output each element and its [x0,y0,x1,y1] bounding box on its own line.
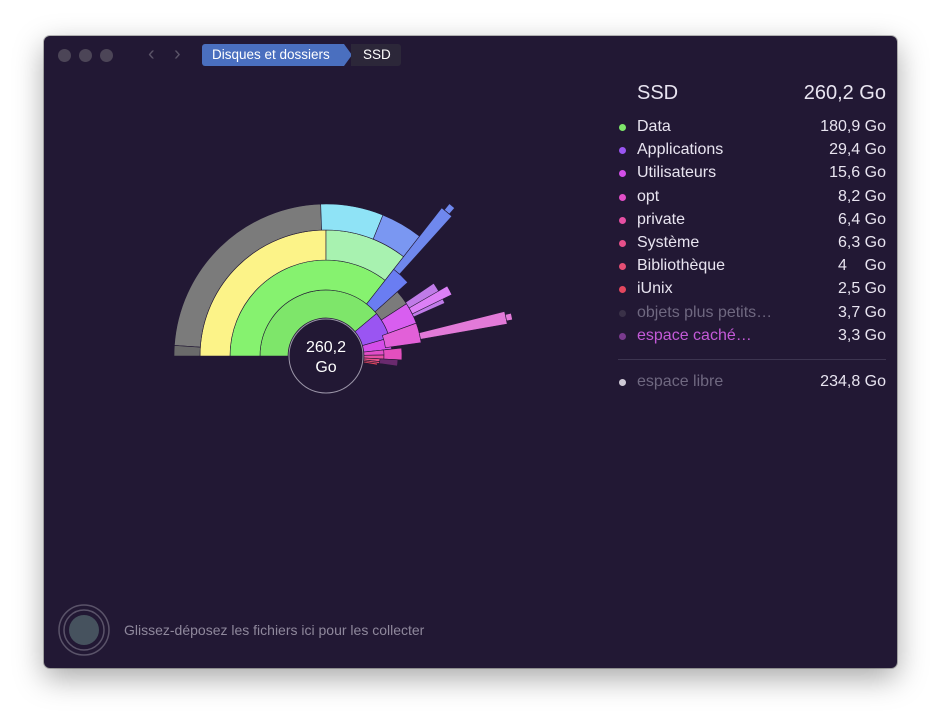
legend-dot-icon [619,170,626,178]
center-disk-button[interactable] [288,318,364,394]
legend-value: 234,8 Go [820,372,886,390]
sunburst-segment[interactable] [379,358,399,367]
legend-label: espace caché… [637,326,752,344]
legend-dot-icon [619,263,626,271]
legend-label: espace libre [637,372,724,390]
legend-value: 6,4 Go [837,210,886,228]
center-size-value: 260,2 [306,339,346,356]
legend-dot-icon [619,216,626,224]
dropzone-hint: Glissez-déposez les fichiers ici pour le… [124,622,425,638]
legend-row[interactable]: objets plus petits… 3,7 Go [618,302,886,325]
legend-row[interactable]: Système 6,3 Go [618,232,886,255]
legend-dot-icon [619,147,626,155]
legend-dot-icon [619,124,626,131]
legend-label: iUnix [637,280,673,298]
legend-value: 4 Go [837,257,886,275]
legend-value: 180,9 Go [820,118,886,135]
legend-dot-icon [619,239,626,247]
legend-row[interactable]: espace caché… 3,3 Go [618,325,886,348]
legend-dot-icon [619,286,626,294]
center-size-unit: Go [315,359,336,376]
legend-value: 2,5 Go [837,280,886,298]
legend-row[interactable]: Applications 29,4 Go [618,139,886,162]
legend-row[interactable]: Data 180,9 Go [618,116,886,139]
legend-label: Data [637,118,671,135]
legend-label: Bibliothèque [637,257,726,275]
legend-value: 3,3 Go [837,326,886,344]
legend-dot-icon [619,332,626,340]
legend-row[interactable]: Bibliothèque 4 Go [618,255,886,278]
legend-dot-icon [619,193,626,201]
legend-divider [618,358,886,360]
legend-label: opt [637,187,660,205]
legend-label: Système [637,233,700,251]
sunburst-segment[interactable] [173,345,201,357]
legend-title: SSD [637,82,679,104]
legend-row[interactable]: Utilisateurs 15,6 Go [618,162,886,185]
legend-value: 29,4 Go [829,141,886,159]
legend-value: 15,6 Go [829,164,886,182]
legend-value: 8,2 Go [837,187,886,205]
sunburst-segment[interactable] [383,347,403,361]
size-legend: SSD 260,2 Go Data 180,9 Go Applications 29,… [618,82,886,394]
legend-label: objets plus petits… [637,303,773,321]
legend-header: SSD 260,2 Go [618,82,886,112]
legend-row[interactable]: opt 8,2 Go [618,186,886,209]
legend-row[interactable]: iUnix 2,5 Go [618,278,886,301]
legend-label: Utilisateurs [637,164,717,182]
legend-row[interactable]: private 6,4 Go [618,209,886,232]
sunburst-segment[interactable] [418,311,508,340]
legend-value: 6,3 Go [837,233,886,251]
legend-label: Applications [637,141,724,159]
free-space-dot-icon [619,378,626,386]
legend-total: 260,2 Go [803,82,886,104]
legend-value: 3,7 Go [837,303,886,321]
legend-row-free-space[interactable]: espace libre 234,8 Go [618,371,886,394]
app-window: ‹ › Disques et dossiers SSD 260,2 Go SSD… [44,36,897,668]
legend-label: private [637,210,686,228]
collector-dropzone-icon[interactable] [58,604,110,656]
legend-dot-icon [619,309,626,317]
sunburst-segment[interactable] [504,312,513,322]
